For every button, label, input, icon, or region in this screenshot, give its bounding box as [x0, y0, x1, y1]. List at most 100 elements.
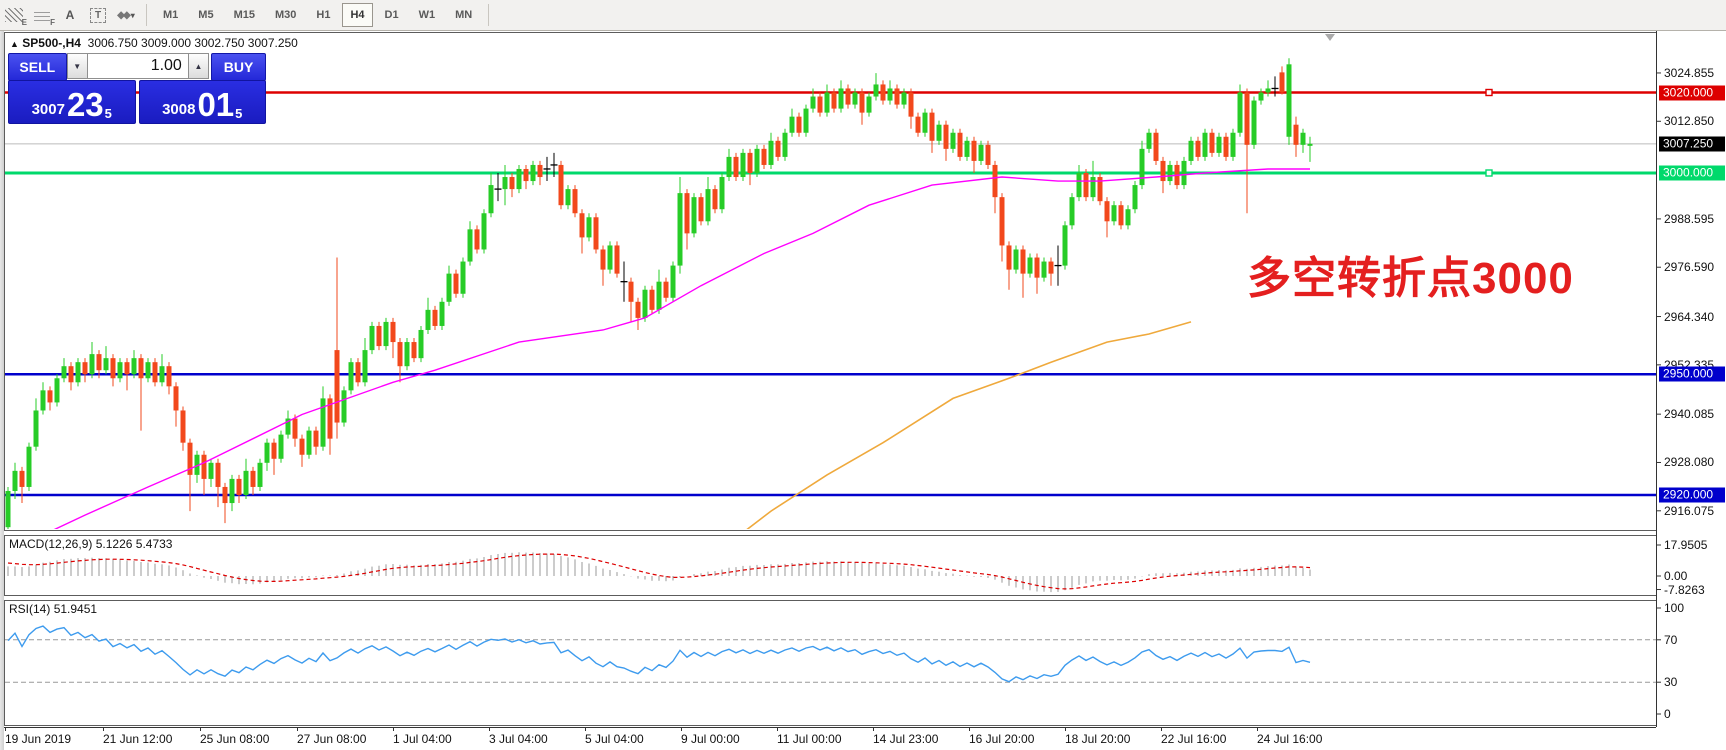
timeframe-button-m15[interactable]: M15	[226, 3, 263, 27]
candle-body	[230, 479, 235, 503]
candle-body	[937, 125, 942, 141]
timeframe-button-w1[interactable]: W1	[411, 3, 444, 27]
time-tick-label: 16 Jul 20:00	[969, 732, 1034, 746]
one-click-trade-panel: SELL ▼ ▲ BUY 3007235 3008015	[8, 53, 266, 147]
candle-body	[559, 165, 564, 205]
candle-body	[356, 362, 361, 382]
rsi-value: 51.9451	[54, 602, 97, 616]
candle-body	[867, 97, 872, 113]
equidistant-channel-icon[interactable]: E	[1, 3, 27, 27]
top-toolbar: E F A T ◆◆▾ M1M5M15M30H1H4D1W1MN	[0, 0, 1726, 31]
candle-body	[895, 88, 900, 104]
candle-body	[1196, 141, 1201, 157]
timeframe-button-m1[interactable]: M1	[155, 3, 186, 27]
time-tick-label: 14 Jul 23:00	[873, 732, 938, 746]
fibonacci-retracement-icon[interactable]: F	[29, 3, 55, 27]
candle-body	[783, 133, 788, 157]
candle-body	[1252, 101, 1257, 145]
candle-body	[692, 197, 697, 233]
macd-panel	[5, 536, 1657, 596]
candle-body	[454, 274, 459, 294]
candle-body	[174, 386, 179, 410]
volume-increase-button[interactable]: ▲	[188, 53, 209, 79]
buy-button[interactable]: BUY	[211, 53, 266, 81]
candle-body	[580, 213, 585, 237]
timeframe-button-m30[interactable]: M30	[267, 3, 304, 27]
candle-body	[461, 262, 466, 294]
candle-body	[489, 185, 494, 213]
hline-handle[interactable]	[1486, 170, 1492, 176]
candle-body	[216, 463, 221, 487]
candle-body	[377, 326, 382, 346]
volume-decrease-button[interactable]: ▼	[67, 53, 88, 79]
candle-body	[321, 398, 326, 446]
candle-body	[748, 153, 753, 173]
candle-body	[125, 362, 130, 374]
candle-body	[90, 354, 95, 374]
candle-body	[1245, 93, 1250, 145]
hline-handle[interactable]	[1486, 90, 1492, 96]
textbox-icon[interactable]: T	[85, 3, 111, 27]
candle-body	[363, 350, 368, 382]
candle-body	[202, 455, 207, 479]
candle-body	[566, 189, 571, 205]
price-badge-3000: 3000.000	[1659, 166, 1725, 181]
candle-body	[958, 133, 963, 157]
candle-body	[69, 366, 74, 382]
price-tick-label: 2988.595	[1664, 212, 1714, 226]
chart-annotation-text: 多空转折点3000	[1247, 242, 1574, 306]
candle-body	[776, 141, 781, 157]
timeframe-button-m5[interactable]: M5	[190, 3, 221, 27]
candle-body	[223, 487, 228, 503]
candle-body	[951, 133, 956, 149]
candle-body	[1084, 173, 1089, 197]
candle-body	[475, 229, 480, 249]
volume-input[interactable]	[88, 53, 188, 79]
time-tick-label: 1 Jul 04:00	[393, 732, 452, 746]
candle-body	[1021, 249, 1026, 273]
price-tick-label: 2940.085	[1664, 407, 1714, 421]
candle-body	[181, 410, 186, 442]
candle-body	[727, 157, 732, 177]
candle-body	[265, 443, 270, 463]
candle-body	[657, 282, 662, 310]
bid-quote[interactable]: 3007235	[8, 80, 136, 124]
candle-body	[342, 390, 347, 422]
timeframe-button-mn[interactable]: MN	[447, 3, 480, 27]
candle-body	[944, 125, 949, 149]
candle-body	[678, 193, 683, 265]
shapes-dropdown-icon[interactable]: ◆◆▾	[113, 3, 139, 27]
candle-body	[370, 326, 375, 350]
chart-window: ▲ SP500-,H4 3006.750 3009.000 3002.750 3…	[0, 31, 1726, 750]
candle-body	[741, 153, 746, 177]
candle-body	[1091, 177, 1096, 197]
collapse-triangle-icon[interactable]: ▲	[10, 39, 19, 49]
bid-sup: 5	[105, 108, 112, 120]
candle-body	[55, 378, 60, 402]
candle-body	[13, 471, 18, 491]
candle-body	[965, 141, 970, 157]
timeframe-button-d1[interactable]: D1	[377, 3, 407, 27]
candle-body	[1035, 258, 1040, 278]
candle-body	[1280, 72, 1285, 92]
candle-body	[594, 217, 599, 249]
time-tick-label: 3 Jul 04:00	[489, 732, 548, 746]
price-badge-2920: 2920.000	[1659, 488, 1725, 503]
candle-body	[881, 84, 886, 100]
ask-quote[interactable]: 3008015	[139, 80, 267, 124]
candle-body	[629, 282, 634, 302]
candle-body	[118, 362, 123, 378]
sell-button[interactable]: SELL	[8, 53, 67, 81]
candle-body	[685, 193, 690, 233]
candle-body	[587, 217, 592, 237]
candle-body	[699, 197, 704, 221]
candle-body	[1217, 137, 1222, 153]
candle-body	[1238, 93, 1243, 133]
timeframe-button-h1[interactable]: H1	[308, 3, 338, 27]
text-label-icon[interactable]: A	[57, 3, 83, 27]
candle-body	[335, 350, 340, 422]
candle-body	[615, 245, 620, 273]
candle-body	[986, 145, 991, 165]
timeframe-button-h4[interactable]: H4	[342, 3, 372, 27]
macd-signal-value: 5.4733	[136, 537, 173, 551]
